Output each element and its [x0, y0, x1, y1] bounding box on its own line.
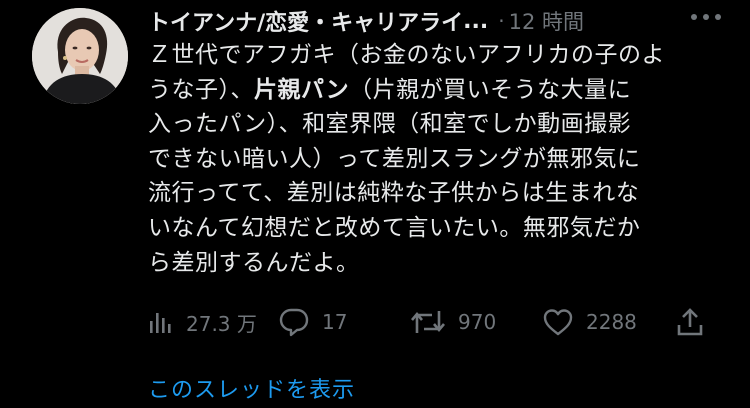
reply-count: 17 [322, 310, 348, 334]
author-display-name[interactable]: トイアンナ/恋愛・キャリアライ [148, 5, 463, 37]
tweet-text-segment: （片親が買いそうな大量に [349, 76, 632, 103]
more-dots-icon[interactable] [686, 0, 726, 34]
tweet-header: トイアンナ/恋愛・キャリアライ ... · 12 時間 [148, 4, 718, 38]
like-count: 2288 [586, 310, 637, 334]
repost-count: 970 [458, 310, 497, 334]
share-button[interactable] [676, 302, 704, 342]
like-button[interactable]: 2288 [542, 302, 637, 342]
tweet-text-line: うな子）、片親パン（片親が買いそうな大量に [148, 73, 728, 108]
tweet-text-line: 流行ってて、差別は純粋な子供からは生まれな [148, 180, 640, 207]
heart-icon [543, 309, 573, 336]
avatar[interactable] [32, 8, 128, 104]
share-upload-icon [677, 308, 703, 336]
repost-button[interactable]: 970 [410, 302, 496, 342]
post-timestamp[interactable]: 12 時間 [509, 6, 584, 36]
tweet-text-bold: 片親パン [254, 76, 350, 103]
tweet-text-segment: うな子）、 [148, 76, 254, 103]
action-bar: 27.3 万 17 970 2288 [148, 302, 718, 342]
views-count: 27.3 万 [186, 311, 257, 336]
reply-bubble-icon [279, 308, 309, 337]
author-name-ellipsis: ... [463, 8, 489, 34]
tweet-text: Ｚ世代でアフガキ（お金のないアフリカの子のよ うな子）、片親パン（片親が買いそう… [148, 38, 728, 280]
tweet: トイアンナ/恋愛・キャリアライ ... · 12 時間 Ｚ世代でアフガキ（お金の… [0, 0, 750, 408]
views-bar-chart-icon [150, 313, 171, 333]
tweet-text-line: 入ったパン）、和室界隈（和室でしか動画撮影 [148, 111, 632, 138]
header-separator: · [498, 9, 505, 33]
views-button[interactable]: 27.3 万 [148, 302, 257, 342]
tweet-text-line: Ｚ世代でアフガキ（お金のないアフリカの子のよ [148, 42, 665, 68]
tweet-text-line: ら差別するんだよ。 [148, 249, 360, 276]
reply-button[interactable]: 17 [278, 302, 347, 342]
show-thread-link[interactable]: このスレッドを表示 [148, 372, 355, 404]
avatar-photo [32, 8, 128, 104]
repost-arrows-icon [411, 311, 445, 333]
tweet-text-line: できない暗い人）って差別スラングが無邪気に [148, 145, 641, 172]
tweet-text-line: いなんて幻想だと改めて言いたい。無邪気だか [148, 214, 641, 241]
